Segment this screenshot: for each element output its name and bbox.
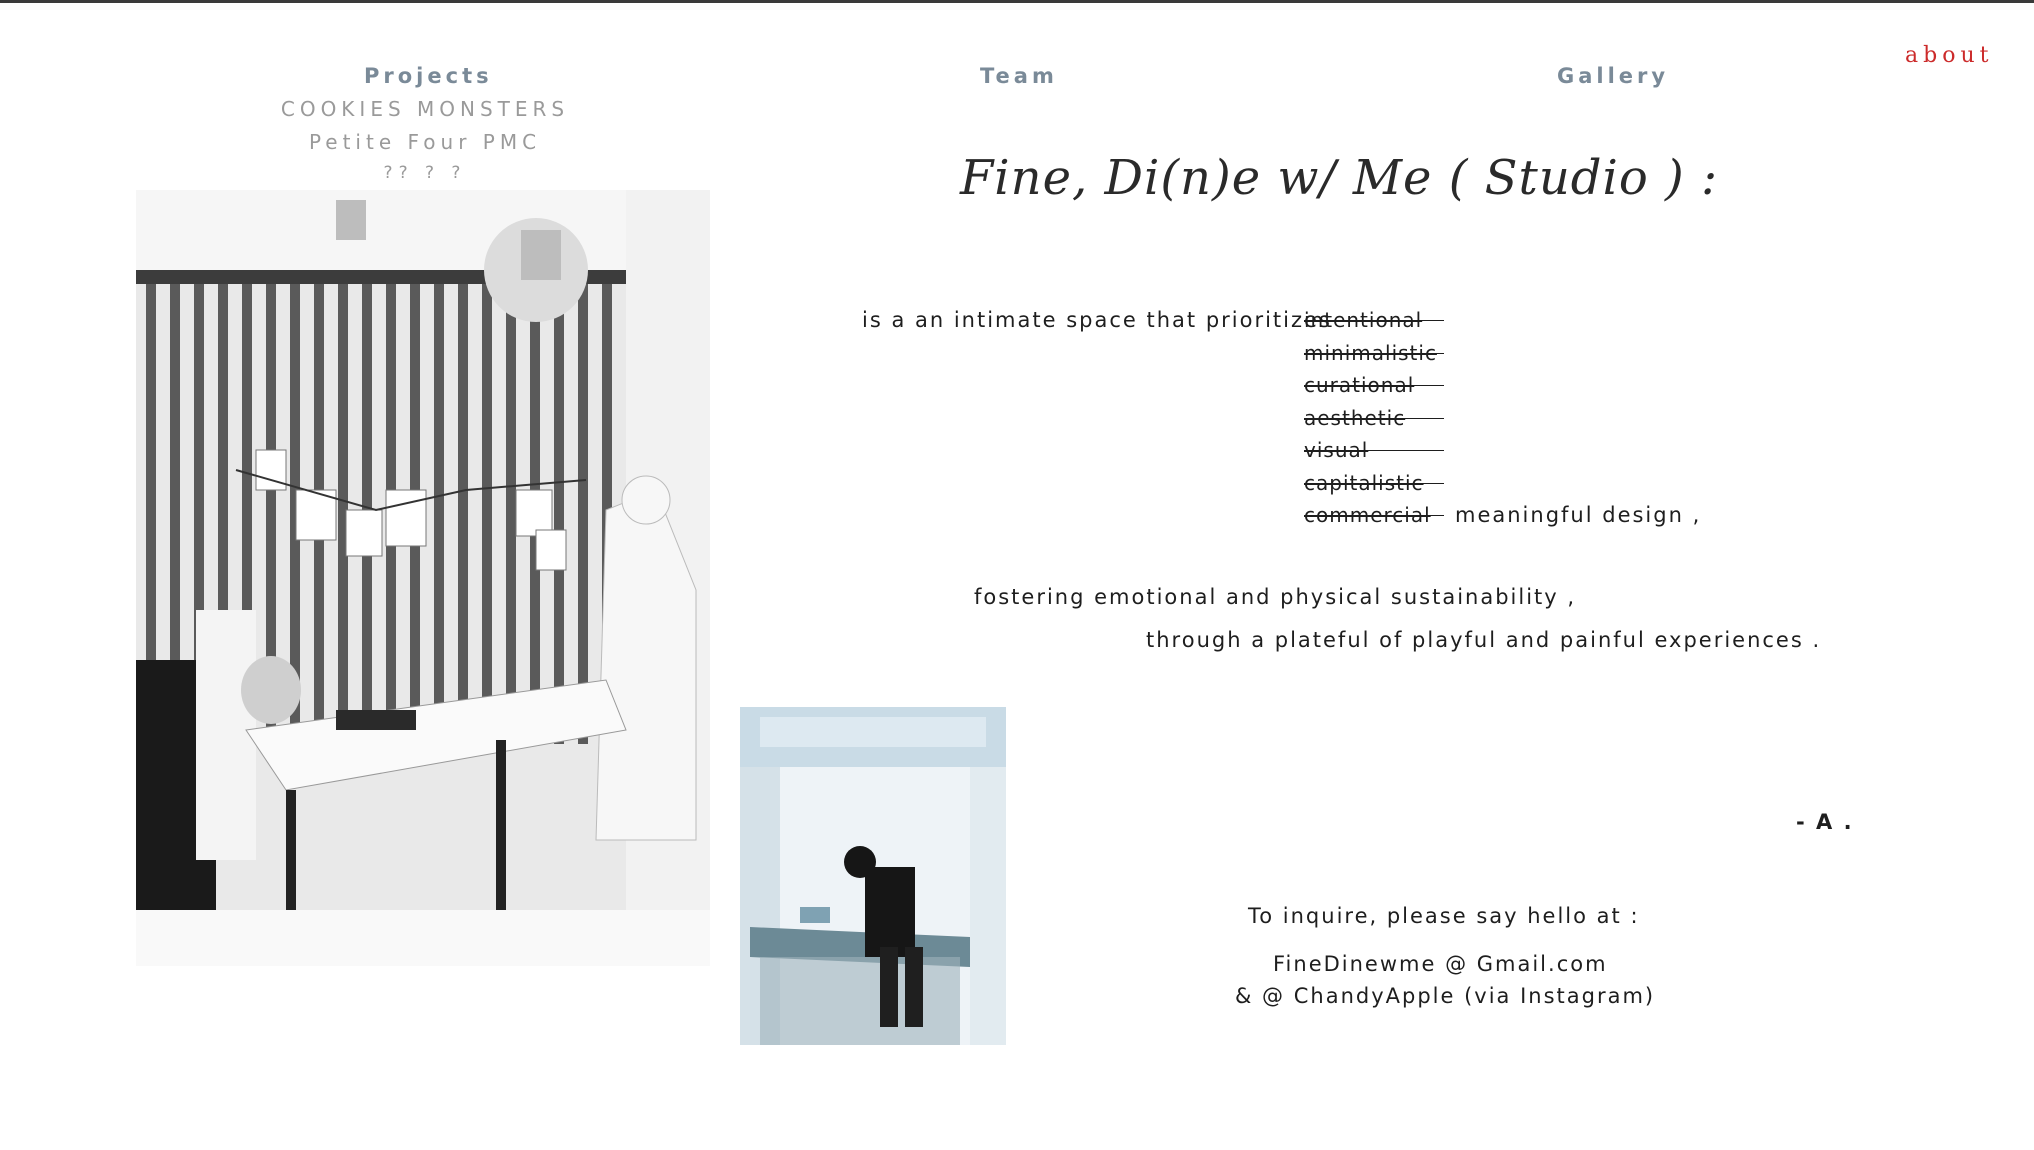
email-link[interactable]: FineDinewme @ Gmail.com bbox=[1273, 952, 1608, 976]
nav-gallery[interactable]: Gallery bbox=[1557, 64, 1669, 88]
intro-text: is a an intimate space that prioritizes bbox=[862, 308, 1332, 332]
exhibition-photo bbox=[136, 190, 710, 966]
struck-word: curational bbox=[1304, 373, 1444, 406]
through-text: through a plateful of playful and painfu… bbox=[1146, 628, 1822, 652]
fostering-text: fostering emotional and physical sustain… bbox=[974, 585, 1577, 609]
studio-photo bbox=[740, 707, 1006, 1045]
submenu-cookies-monsters[interactable]: COOKIES MONSTERS bbox=[205, 97, 645, 121]
struck-word: capitalistic bbox=[1304, 471, 1444, 504]
struck-word: intentional bbox=[1304, 308, 1444, 341]
page-title: Fine, Di(n)e w/ Me ( Studio ) : bbox=[960, 150, 1719, 206]
struck-words-list: intentional minimalistic curational aest… bbox=[1304, 308, 1444, 536]
instagram-link[interactable]: & @ ChandyApple (via Instagram) bbox=[1235, 984, 1655, 1008]
inquire-text: To inquire, please say hello at : bbox=[1248, 904, 1640, 928]
submenu-unknown-project[interactable]: ?? ? ? bbox=[205, 163, 645, 183]
signoff-text: - A . bbox=[1796, 810, 1854, 834]
struck-word: commercial bbox=[1304, 503, 1444, 536]
struck-word: visual bbox=[1304, 438, 1444, 471]
submenu-petite-four-pmc[interactable]: Petite Four PMC bbox=[205, 130, 645, 154]
nav-projects[interactable]: Projects bbox=[364, 64, 493, 88]
struck-word: minimalistic bbox=[1304, 341, 1444, 374]
meaningful-design-text: meaningful design , bbox=[1455, 503, 1702, 527]
top-border bbox=[0, 0, 2034, 3]
nav-team[interactable]: Team bbox=[980, 64, 1058, 88]
nav-about[interactable]: about bbox=[1905, 43, 1993, 68]
struck-word: aesthetic bbox=[1304, 406, 1444, 439]
